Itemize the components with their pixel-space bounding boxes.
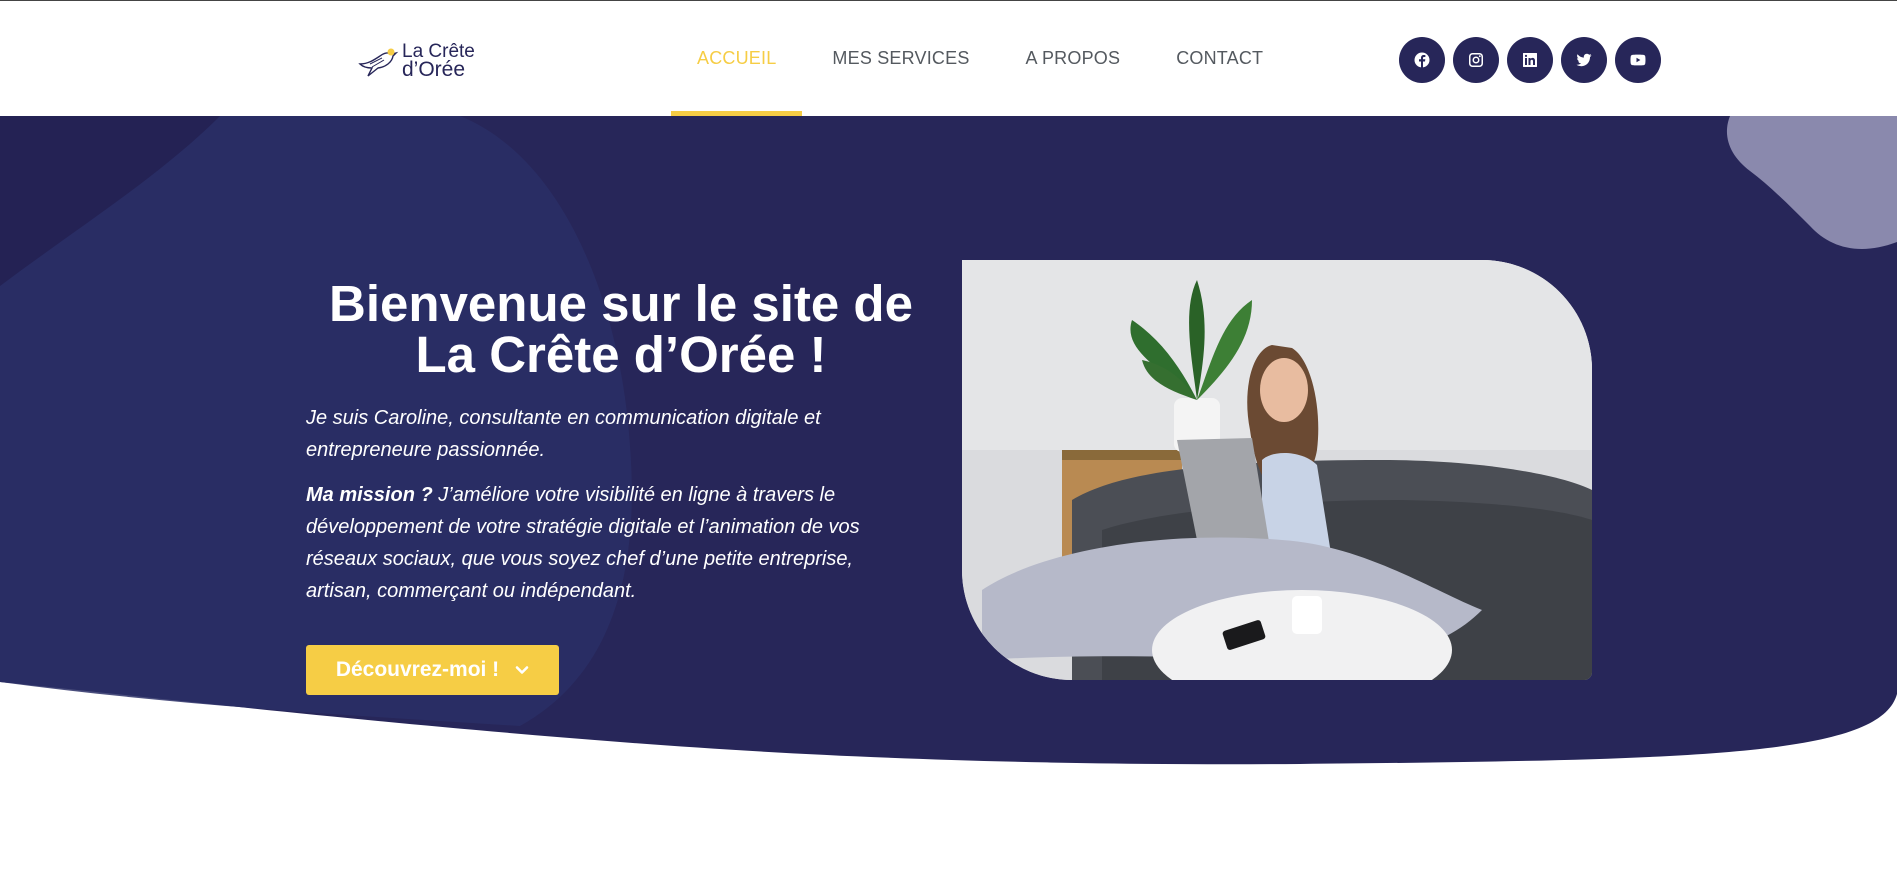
main-nav: ACCUEIL MES SERVICES A PROPOS CONTACT bbox=[671, 1, 1293, 116]
nav-contact[interactable]: CONTACT bbox=[1150, 1, 1289, 116]
nav-a-propos[interactable]: A PROPOS bbox=[1000, 1, 1147, 116]
instagram-icon bbox=[1469, 53, 1483, 67]
nav-accueil[interactable]: ACCUEIL bbox=[671, 1, 803, 116]
cta-label: Découvrez-moi ! bbox=[335, 658, 500, 681]
logo-line2: d’Orée bbox=[402, 57, 466, 81]
hero-title-line2: La Crête d’Orée ! bbox=[415, 326, 827, 383]
social-links bbox=[1399, 37, 1669, 83]
linkedin-icon bbox=[1523, 53, 1537, 67]
twitter-icon bbox=[1576, 53, 1592, 67]
site-header: La Crête d’Orée ACCUEIL MES SERVICES A P… bbox=[0, 1, 1897, 116]
hero-background bbox=[0, 116, 1897, 765]
youtube-button[interactable] bbox=[1615, 37, 1661, 83]
woman-laptop-sofa-image bbox=[962, 260, 1592, 680]
hero-title: Bienvenue sur le site de La Crête d’Orée… bbox=[306, 278, 936, 380]
site-logo[interactable]: La Crête d’Orée bbox=[356, 39, 476, 81]
hero-intro: Je suis Caroline, consultante en communi… bbox=[306, 407, 821, 461]
discover-me-button[interactable]: Découvrez-moi ! bbox=[306, 645, 559, 695]
hero-title-line1: Bienvenue sur le site de bbox=[329, 275, 913, 332]
hero-mission: Ma mission ? J’améliore votre visibilité… bbox=[306, 479, 906, 607]
hero-photo bbox=[962, 260, 1592, 680]
chevron-down-icon bbox=[515, 666, 529, 674]
facebook-icon bbox=[1414, 52, 1430, 68]
linkedin-button[interactable] bbox=[1507, 37, 1553, 83]
hero-section: Bienvenue sur le site de La Crête d’Orée… bbox=[0, 116, 1897, 890]
instagram-button[interactable] bbox=[1453, 37, 1499, 83]
facebook-button[interactable] bbox=[1399, 37, 1445, 83]
twitter-button[interactable] bbox=[1561, 37, 1607, 83]
mission-label: Ma mission ? bbox=[306, 484, 433, 506]
youtube-icon bbox=[1630, 54, 1646, 66]
nav-mes-services[interactable]: MES SERVICES bbox=[806, 1, 995, 116]
bird-logo-icon bbox=[358, 48, 399, 77]
